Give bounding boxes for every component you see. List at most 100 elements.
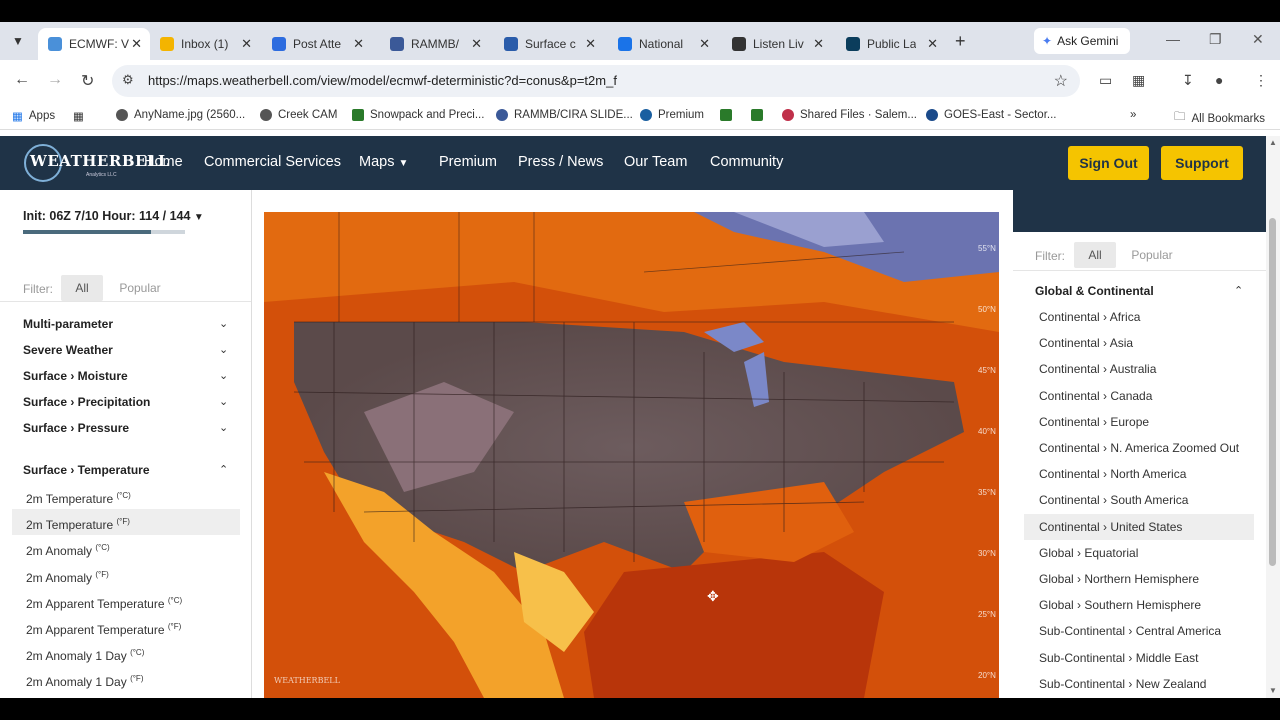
parameter-item[interactable]: 2m Temperature (°C) <box>12 483 240 509</box>
region-item[interactable]: Sub-Continental › Central America <box>1024 618 1254 644</box>
page-scrollbar[interactable]: ▲ ▼ <box>1266 136 1280 698</box>
url-text[interactable]: https://maps.weatherbell.com/view/model/… <box>148 73 617 88</box>
back-icon[interactable]: ← <box>14 71 30 89</box>
region-item[interactable]: Continental › Europe <box>1024 409 1254 435</box>
temperature-map[interactable]: 55°N 50°N 45°N 40°N 35°N 30°N 25°N 20°N WEATHER… <box>264 212 999 698</box>
all-bookmarks[interactable]: 🗀 All Bookmarks <box>1174 109 1265 128</box>
close-tab-icon[interactable]: ✕ <box>131 36 142 52</box>
filter-all-chip[interactable]: All <box>61 275 103 301</box>
restore-icon[interactable]: ❐ <box>1209 31 1222 48</box>
minimize-icon[interactable]: — <box>1166 31 1180 47</box>
bookmark-apps[interactable]: ▦ Apps <box>12 109 55 123</box>
bookmark-item[interactable]: Shared Files · Salem... <box>782 109 917 121</box>
site-info-icon[interactable]: ⚙ <box>122 72 134 88</box>
filter-popular-chip[interactable]: Popular <box>1123 242 1181 268</box>
nav-press-news[interactable]: Press / News <box>518 154 603 170</box>
nav-premium[interactable]: Premium <box>439 154 497 170</box>
bookmark-item[interactable]: Premium <box>640 109 704 121</box>
tab-3[interactable]: RAMMB/ ✕ <box>380 28 490 60</box>
bookmark-item[interactable]: GOES-East - Sector... <box>926 109 1056 121</box>
category-item[interactable]: Multi-parameter <box>23 317 113 331</box>
close-tab-icon[interactable]: ✕ <box>813 36 824 52</box>
close-tab-icon[interactable]: ✕ <box>353 36 364 52</box>
chevron-down-icon[interactable]: ⌄ <box>219 343 228 356</box>
menu-icon[interactable]: ⋮ <box>1254 72 1268 89</box>
region-item[interactable]: Continental › North America <box>1024 461 1254 487</box>
reload-icon[interactable]: ↻ <box>81 71 94 91</box>
tab-7[interactable]: Public La ✕ <box>836 28 946 60</box>
extensions-icon[interactable]: ▦ <box>1132 72 1145 89</box>
new-tab-button[interactable]: + <box>955 31 966 52</box>
tab-6[interactable]: Listen Liv ✕ <box>722 28 832 60</box>
cast-icon[interactable]: ▭ <box>1099 72 1112 89</box>
ask-gemini-button[interactable]: ✦ Ask Gemini <box>1034 28 1130 54</box>
tab-5[interactable]: National ✕ <box>608 28 718 60</box>
region-item[interactable]: Global › Equatorial <box>1024 540 1254 566</box>
tab-1[interactable]: Inbox (1) ✕ <box>150 28 260 60</box>
close-tab-icon[interactable]: ✕ <box>471 36 482 52</box>
forecast-progress-bar[interactable] <box>23 230 185 234</box>
category-item[interactable]: Severe Weather <box>23 343 113 357</box>
parameter-item[interactable]: 2m Anomaly (°F) <box>12 562 240 588</box>
bookmark-item[interactable]: AnyName.jpg (2560... <box>116 109 245 121</box>
address-bar[interactable]: ⚙ https://maps.weatherbell.com/view/mode… <box>112 65 1080 97</box>
bookmark-grid[interactable]: ▦ <box>73 109 84 123</box>
scroll-down-icon[interactable]: ▼ <box>1269 686 1277 695</box>
region-item[interactable]: Global › Southern Hemisphere <box>1024 592 1254 618</box>
close-window-icon[interactable]: ✕ <box>1252 31 1264 48</box>
chevron-up-icon[interactable]: ⌃ <box>219 463 228 476</box>
bookmark-star-icon[interactable]: ☆ <box>1054 71 1068 91</box>
nav-our-team[interactable]: Our Team <box>624 154 687 170</box>
region-item[interactable]: Continental › South America <box>1024 487 1254 513</box>
parameter-item[interactable]: 2m Apparent Temperature (°C) <box>12 588 240 614</box>
chevron-down-icon[interactable]: ⌄ <box>219 421 228 434</box>
chevron-up-icon[interactable]: ⌃ <box>1234 284 1243 297</box>
region-item[interactable]: Sub-Continental › Middle East <box>1024 645 1254 671</box>
chevron-down-icon[interactable]: ⌄ <box>219 395 228 408</box>
category-surface-temperature[interactable]: Surface › Temperature <box>23 463 150 477</box>
group-global-continental[interactable]: Global & Continental <box>1035 284 1154 298</box>
chevron-down-icon[interactable]: ⌄ <box>219 369 228 382</box>
parameter-item[interactable]: 2m Apparent Temperature (°F) <box>12 614 240 640</box>
close-tab-icon[interactable]: ✕ <box>927 36 938 52</box>
bookmark-item[interactable]: RAMMB/CIRA SLIDE... <box>496 109 633 121</box>
bookmark-usda[interactable] <box>720 109 732 121</box>
region-item[interactable]: Continental › N. America Zoomed Out <box>1024 435 1254 461</box>
bookmark-usda[interactable] <box>751 109 763 121</box>
region-item[interactable]: Continental › United States <box>1024 513 1254 540</box>
scroll-up-icon[interactable]: ▲ <box>1269 138 1277 147</box>
parameter-item[interactable]: 2m Anomaly (°C) <box>12 535 240 561</box>
close-tab-icon[interactable]: ✕ <box>699 36 710 52</box>
tab-search-icon[interactable]: ▼ <box>8 31 28 51</box>
close-tab-icon[interactable]: ✕ <box>585 36 596 52</box>
category-item[interactable]: Surface › Moisture <box>23 369 128 383</box>
scrollbar-thumb[interactable] <box>1269 218 1276 566</box>
init-hour-selector[interactable]: Init: 06Z 7/10 Hour: 114 / 144 ▼ <box>23 209 204 223</box>
region-item[interactable]: Sub-Continental › New Zealand <box>1024 671 1254 697</box>
nav-home[interactable]: Home <box>144 154 183 170</box>
region-item[interactable]: Continental › Australia <box>1024 356 1254 382</box>
category-item[interactable]: Surface › Precipitation <box>23 395 150 409</box>
close-tab-icon[interactable]: ✕ <box>241 36 252 52</box>
parameter-item[interactable]: 2m Temperature (°F) <box>12 509 240 536</box>
bookmark-item[interactable]: Snowpack and Preci... <box>352 109 484 121</box>
forward-icon[interactable]: → <box>47 71 63 89</box>
profile-icon[interactable]: ● <box>1215 72 1223 88</box>
region-item[interactable]: Continental › Africa <box>1024 304 1254 330</box>
region-item[interactable]: Continental › Asia <box>1024 330 1254 356</box>
category-item[interactable]: Surface › Pressure <box>23 421 129 435</box>
download-icon[interactable]: ↧ <box>1182 72 1194 89</box>
bookmark-item[interactable]: Creek CAM <box>260 109 337 121</box>
tab-4[interactable]: Surface c ✕ <box>494 28 604 60</box>
nav-commercial-services[interactable]: Commercial Services <box>204 154 341 170</box>
region-item[interactable]: Continental › Canada <box>1024 383 1254 409</box>
nav-maps[interactable]: Maps ▼ <box>359 154 408 170</box>
chevron-down-icon[interactable]: ⌄ <box>219 317 228 330</box>
region-item[interactable]: Global › Northern Hemisphere <box>1024 566 1254 592</box>
parameter-item[interactable]: 2m Anomaly 1 Day (°F) <box>12 666 240 692</box>
tab-2[interactable]: Post Atte ✕ <box>262 28 372 60</box>
more-bookmarks-icon[interactable]: » <box>1130 109 1136 121</box>
filter-popular-chip[interactable]: Popular <box>112 275 168 301</box>
parameter-item[interactable]: 2m Anomaly 1 Day (°C) <box>12 640 240 666</box>
weatherbell-logo[interactable]: WEATHERBELL Analytics LLC <box>24 144 169 182</box>
